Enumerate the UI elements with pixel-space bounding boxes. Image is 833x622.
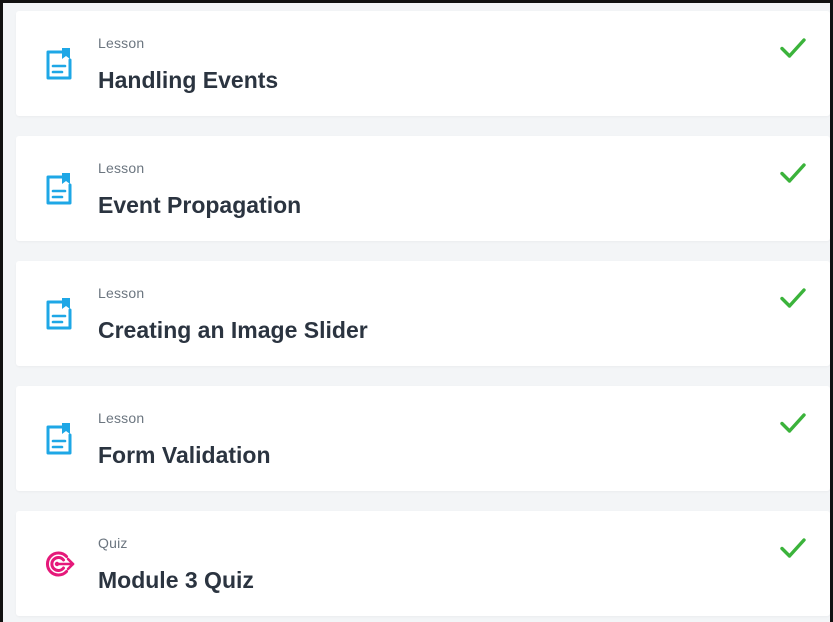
item-title[interactable]: Form Validation — [98, 442, 271, 469]
course-item-form-validation[interactable]: Lesson Form Validation — [16, 386, 830, 491]
item-title[interactable]: Creating an Image Slider — [98, 317, 368, 344]
item-title[interactable]: Handling Events — [98, 67, 278, 94]
course-item-list: Lesson Handling Events Lesson Event Prop… — [16, 11, 830, 616]
lesson-document-icon — [46, 48, 72, 80]
course-item-event-propagation[interactable]: Lesson Event Propagation — [16, 136, 830, 241]
completed-check-icon — [780, 163, 806, 183]
completed-check-icon — [780, 413, 806, 433]
course-item-creating-an-image-slider[interactable]: Lesson Creating an Image Slider — [16, 261, 830, 366]
lesson-document-icon — [46, 298, 72, 330]
item-title[interactable]: Module 3 Quiz — [98, 567, 254, 594]
course-outline-frame: Lesson Handling Events Lesson Event Prop… — [0, 0, 833, 622]
item-type-label: Lesson — [98, 285, 145, 301]
course-item-module-3-quiz[interactable]: Quiz Module 3 Quiz — [16, 511, 830, 616]
completed-check-icon — [780, 538, 806, 558]
completed-check-icon — [780, 288, 806, 308]
item-type-label: Lesson — [98, 35, 145, 51]
lesson-document-icon — [46, 423, 72, 455]
quiz-target-icon — [45, 551, 75, 577]
item-type-label: Lesson — [98, 160, 145, 176]
lesson-document-icon — [46, 173, 72, 205]
item-type-label: Quiz — [98, 535, 128, 551]
completed-check-icon — [780, 38, 806, 58]
item-title[interactable]: Event Propagation — [98, 192, 301, 219]
course-item-handling-events[interactable]: Lesson Handling Events — [16, 11, 830, 116]
item-type-label: Lesson — [98, 410, 145, 426]
